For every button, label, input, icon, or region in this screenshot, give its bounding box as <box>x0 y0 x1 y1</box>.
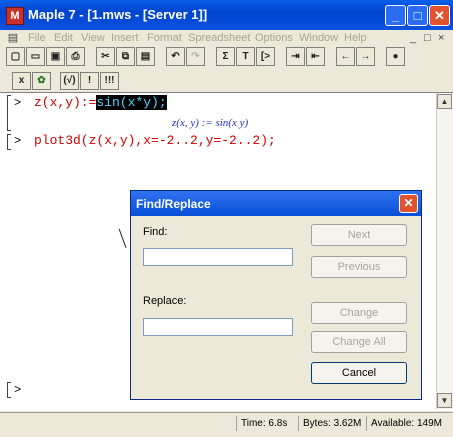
menu-format[interactable]: Format <box>147 32 182 44</box>
undo-icon[interactable]: ↶ <box>166 47 185 66</box>
copy-icon[interactable]: ⧉ <box>116 47 135 66</box>
dialog-title: Find/Replace <box>136 197 211 211</box>
menu-window[interactable]: Window <box>299 32 338 44</box>
menu-file[interactable]: File <box>28 32 46 44</box>
status-time: Time: 6.8s <box>236 416 298 431</box>
selected-text: sin(x*y); <box>96 95 167 110</box>
menu-insert[interactable]: Insert <box>111 32 139 44</box>
input-prefix: z(x,y):= <box>34 95 97 110</box>
doc-restore-button[interactable]: □ <box>424 32 431 44</box>
new-file-icon[interactable]: ▢ <box>6 47 25 66</box>
maple-app-icon[interactable]: M <box>6 7 24 25</box>
find-label: Find: <box>143 226 168 238</box>
menu-view[interactable]: View <box>81 32 105 44</box>
maximize-button[interactable]: □ <box>407 5 428 26</box>
change-all-button[interactable]: Change All <box>311 331 407 353</box>
status-bytes: Bytes: 3.62M <box>298 416 366 431</box>
execute-icon[interactable]: ! <box>80 72 99 90</box>
back-icon[interactable]: ← <box>336 47 355 66</box>
execution-group-bracket-3[interactable] <box>7 382 11 398</box>
scroll-up-icon[interactable]: ▲ <box>437 94 452 109</box>
status-time-value: 6.8s <box>268 418 288 429</box>
dialog-close-button[interactable]: ✕ <box>399 194 418 213</box>
cancel-button[interactable]: Cancel <box>311 362 407 384</box>
window-title: Maple 7 - [1.mws - [Server 1]] <box>28 7 208 22</box>
menu-options[interactable]: Options <box>255 32 293 44</box>
empty-prompt: > <box>14 383 22 397</box>
input-prompt: > <box>14 96 22 110</box>
document-icon[interactable]: ▤ <box>6 31 20 45</box>
vertical-scrollbar[interactable] <box>436 93 453 409</box>
next-button[interactable]: Next <box>311 224 407 246</box>
forward-icon[interactable]: → <box>356 47 375 66</box>
input-line-2[interactable]: plot3d(z(x,y),x=-2..2,y=-2..2); <box>34 133 276 148</box>
doc-minimize-button[interactable]: _ <box>410 32 416 44</box>
previous-button[interactable]: Previous <box>311 256 407 278</box>
replace-input[interactable] <box>143 318 293 336</box>
execution-group-bracket-2[interactable] <box>7 134 11 150</box>
redo-icon[interactable]: ↷ <box>186 47 205 66</box>
menu-edit[interactable]: Edit <box>54 32 73 44</box>
change-button[interactable]: Change <box>311 302 407 324</box>
outdent-icon[interactable]: ⇤ <box>306 47 325 66</box>
prompt-icon[interactable]: [> <box>256 47 275 66</box>
doc-close-button[interactable]: × <box>438 32 444 44</box>
check-syntax-icon[interactable]: (√) <box>60 72 79 90</box>
close-button[interactable]: ✕ <box>429 5 450 26</box>
indent-icon[interactable]: ⇥ <box>286 47 305 66</box>
minimize-button[interactable]: _ <box>385 5 406 26</box>
maple-leaf-icon[interactable]: ✿ <box>32 72 51 90</box>
stop-icon[interactable]: ● <box>386 47 405 66</box>
status-available: Available: 149M <box>366 416 450 431</box>
save-icon[interactable]: ▣ <box>46 47 65 66</box>
execute-all-icon[interactable]: !!! <box>100 72 119 90</box>
output-line-1: z(x, y) := sin(x y) <box>172 117 249 129</box>
input-prompt-2: > <box>14 134 22 148</box>
paste-icon[interactable]: ▤ <box>136 47 155 66</box>
input-line-1[interactable]: z(x,y):=sin(x*y); <box>34 95 167 110</box>
cut-icon[interactable]: ✂ <box>96 47 115 66</box>
scroll-down-icon[interactable]: ▼ <box>437 393 452 408</box>
execution-group-bracket[interactable] <box>7 95 11 131</box>
menu-help[interactable]: Help <box>344 32 367 44</box>
text-icon[interactable]: T <box>236 47 255 66</box>
math-mode-icon[interactable]: x <box>12 72 31 90</box>
status-time-label: Time: <box>241 418 266 429</box>
find-input[interactable] <box>143 248 293 266</box>
sum-icon[interactable]: Σ <box>216 47 235 66</box>
replace-label: Replace: <box>143 295 187 307</box>
print-icon[interactable]: ⎙ <box>66 47 85 66</box>
menu-spreadsheet[interactable]: Spreadsheet <box>188 32 250 44</box>
open-file-icon[interactable]: ▭ <box>26 47 45 66</box>
